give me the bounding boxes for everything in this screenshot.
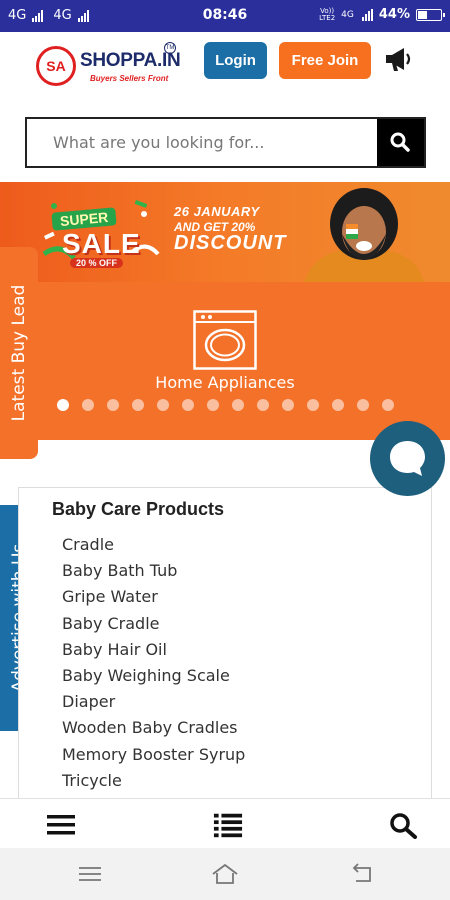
slider-dot[interactable] [132, 399, 144, 411]
slider-dot[interactable] [332, 399, 344, 411]
search-icon [390, 132, 410, 152]
battery-percent: 44% [378, 7, 410, 22]
bottom-nav [0, 798, 450, 848]
promo-banner[interactable]: SUPER SALE 20 % OFF 26 JANUARY AND GET 2… [0, 182, 450, 282]
list-item[interactable]: Memory Booster Syrup [62, 745, 245, 771]
latest-buy-lead-label: Latest Buy Lead [9, 284, 29, 422]
hamburger-menu-icon[interactable] [46, 811, 76, 839]
list-item[interactable]: Baby Hair Oil [62, 640, 245, 666]
slider-dot[interactable] [182, 399, 194, 411]
status-bar: 4G 4G 08:46 Vo)) LTE2 4G 44% [0, 0, 450, 32]
free-join-button[interactable]: Free Join [279, 42, 371, 79]
list-item[interactable]: Diaper [62, 692, 245, 718]
list-icon[interactable] [213, 811, 243, 839]
slider-dot[interactable] [357, 399, 369, 411]
battery-icon [416, 8, 445, 21]
slider-dot[interactable] [282, 399, 294, 411]
washing-machine-icon [193, 310, 257, 370]
login-button[interactable]: Login [204, 42, 267, 79]
logo-name: SHOPPA.IN [80, 50, 181, 71]
list-item[interactable]: Baby Bath Tub [62, 561, 245, 587]
slider-dot[interactable] [82, 399, 94, 411]
slider-dot[interactable] [382, 399, 394, 411]
trademark-icon: TM [164, 42, 176, 54]
search-icon[interactable] [388, 811, 418, 839]
search-bar [25, 117, 426, 168]
battery-fill [418, 10, 427, 19]
volte-indicator: Vo)) LTE2 [319, 7, 336, 22]
megaphone-icon[interactable] [383, 44, 415, 74]
home-icon[interactable] [210, 862, 240, 886]
banner-discount: DISCOUNT [174, 232, 287, 254]
slider-dot[interactable] [232, 399, 244, 411]
signal-icon [361, 8, 373, 21]
header: SA SHOPPA.IN TM Buyers Sellers Front Log… [0, 32, 450, 102]
slider-dot[interactable] [257, 399, 269, 411]
category-label: Home Appliances [155, 373, 295, 392]
category-title: Baby Care Products [52, 499, 225, 519]
list-item[interactable]: Baby Weighing Scale [62, 666, 245, 692]
list-item[interactable]: Wooden Baby Cradles [62, 718, 245, 744]
slider-dot[interactable] [107, 399, 119, 411]
logo[interactable]: SA SHOPPA.IN TM Buyers Sellers Front [36, 42, 186, 94]
chat-button[interactable] [370, 421, 445, 496]
slider-pagination[interactable] [57, 399, 394, 411]
back-icon[interactable] [348, 862, 378, 886]
recent-apps-icon[interactable] [75, 862, 105, 886]
category-card: Baby Care Products Cradle Baby Bath Tub … [18, 487, 432, 817]
banner-date: 26 JANUARY [174, 204, 260, 219]
product-list: Cradle Baby Bath Tub Gripe Water Baby Cr… [62, 535, 245, 797]
banner-person-image [304, 188, 424, 282]
category-slider[interactable]: Home Appliances [0, 282, 450, 440]
list-item[interactable]: Cradle [62, 535, 245, 561]
list-item[interactable]: Tricycle [62, 771, 245, 797]
slider-dot[interactable] [57, 399, 69, 411]
network-4g-label: 4G [341, 9, 354, 20]
banner-text: 26 JANUARY AND GET 20% DISCOUNT [174, 204, 286, 255]
search-button[interactable] [377, 119, 424, 166]
logo-tagline: Buyers Sellers Front [90, 74, 169, 83]
sale-off-label: 20 % OFF [70, 258, 124, 268]
slider-dot[interactable] [157, 399, 169, 411]
search-input[interactable] [27, 119, 379, 166]
list-item[interactable]: Baby Cradle [62, 614, 245, 640]
latest-buy-lead-tab[interactable]: Latest Buy Lead [0, 247, 38, 459]
lte-label: LTE2 [319, 13, 336, 22]
logo-mark: SA [36, 46, 76, 86]
list-item[interactable]: Gripe Water [62, 587, 245, 613]
system-nav-bar [0, 848, 450, 900]
slider-dot[interactable] [207, 399, 219, 411]
slider-dot[interactable] [307, 399, 319, 411]
chat-icon [390, 441, 425, 476]
status-bar-right: Vo)) LTE2 4G 44% [319, 7, 445, 22]
sale-badge: SUPER SALE 20 % OFF [40, 192, 162, 272]
sale-label: SALE [62, 228, 141, 259]
